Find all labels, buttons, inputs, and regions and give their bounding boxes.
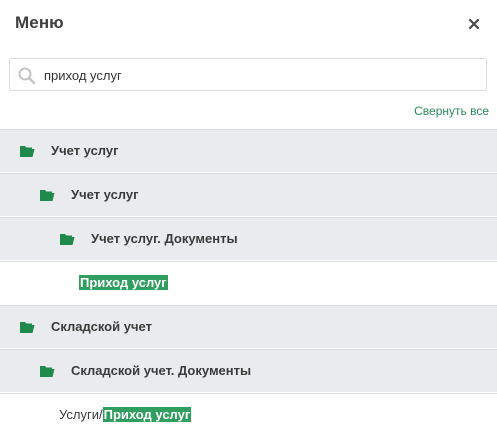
collapse-all-link[interactable]: Свернуть все: [414, 104, 489, 118]
tree-folder-label: Складской учет. Документы: [71, 363, 252, 378]
tree-folder-label: Учет услуг: [71, 187, 139, 202]
leaf-path-prefix: Услуги/: [59, 407, 103, 422]
tree-leaf-label: Приход услуг: [79, 275, 168, 290]
tree-folder-row[interactable]: Учет услуг. Документы: [0, 217, 497, 260]
menu-header: Меню: [0, 0, 497, 48]
folder-open-icon: [39, 188, 55, 202]
folder-open-icon: [59, 232, 75, 246]
tree-folder-row[interactable]: Учет услуг: [0, 129, 497, 172]
search-input[interactable]: [44, 65, 474, 85]
folder-open-icon: [19, 320, 35, 334]
folder-open-icon: [39, 364, 55, 378]
menu-title: Меню: [15, 13, 64, 32]
folder-open-icon: [19, 144, 35, 158]
tree-leaf-label: Услуги/Приход услуг: [59, 407, 192, 422]
tree-folder-label: Учет услуг. Документы: [91, 231, 238, 246]
tree-folder-row[interactable]: Учет услуг: [0, 173, 497, 216]
search-match-highlight: Приход услуг: [79, 275, 168, 290]
tree-folder-label: Учет услуг: [51, 143, 119, 158]
tree-leaf-row[interactable]: Приход услуг: [0, 261, 497, 304]
search-field[interactable]: [9, 58, 487, 91]
menu-panel: Меню Свернуть все Учет услуг Учет услуг Уч…: [0, 0, 497, 441]
close-icon[interactable]: [462, 12, 486, 36]
tree-folder-row[interactable]: Складской учет. Документы: [0, 349, 497, 392]
tree-leaf-row[interactable]: Услуги/Приход услуг: [0, 393, 497, 436]
tree-folder-label: Складской учет: [51, 319, 152, 334]
tree-folder-row[interactable]: Складской учет: [0, 305, 497, 348]
search-icon: [17, 66, 37, 86]
search-match-highlight: Приход услуг: [102, 407, 192, 422]
